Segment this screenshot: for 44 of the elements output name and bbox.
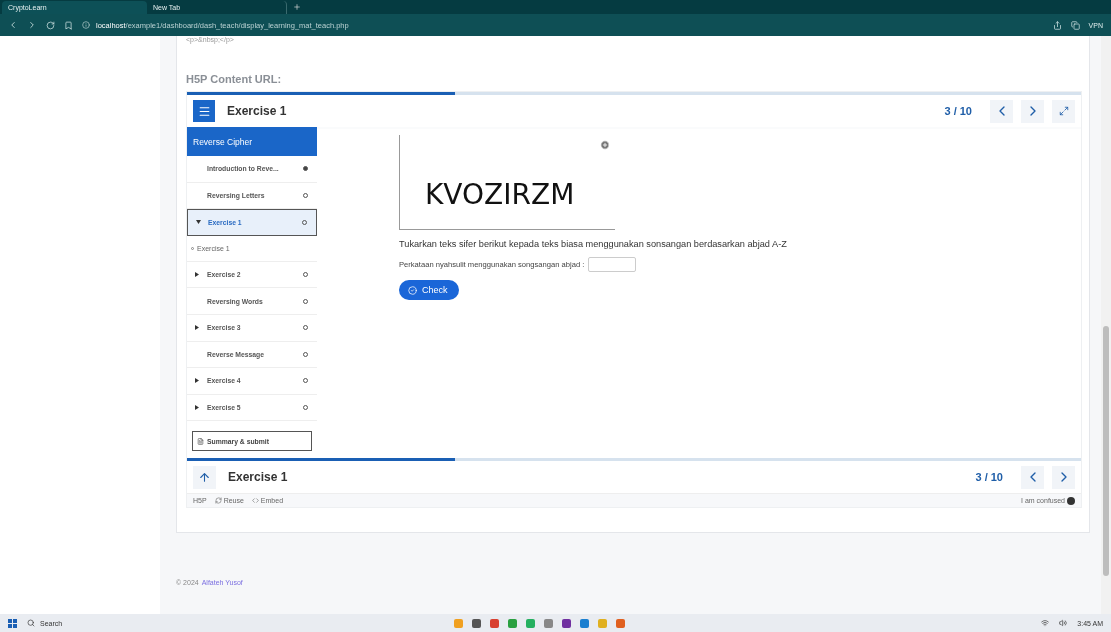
back-icon[interactable]: [8, 20, 18, 30]
page-counter: 3 / 10: [944, 105, 972, 117]
info-icon: [82, 21, 90, 29]
refresh-icon: [214, 497, 222, 504]
previous-button[interactable]: [990, 99, 1013, 123]
window-icon[interactable]: [1070, 20, 1080, 30]
new-tab-icon[interactable]: [293, 3, 301, 11]
cipher-text: KVOZIRZM: [425, 178, 575, 211]
forward-icon[interactable]: [27, 20, 37, 30]
chapter-title[interactable]: Reverse Cipher: [187, 127, 317, 156]
code-icon: [251, 497, 259, 504]
instruction-text: Tukarkan teks sifer berikut kepada teks biasa menggunakan sonsangan berdasarkan abjad A-Z: [399, 239, 787, 249]
circle-icon: [1067, 496, 1075, 505]
wifi-icon[interactable]: [1041, 619, 1050, 627]
share-icon[interactable]: [1052, 20, 1062, 30]
fullscreen-button[interactable]: [1052, 99, 1075, 123]
previous-button[interactable]: [1021, 465, 1044, 489]
footer-title: Exercise 1: [228, 470, 289, 484]
document-icon: [197, 437, 204, 445]
menu-button[interactable]: [193, 100, 215, 122]
section-heading: H5P Content URL:: [186, 73, 283, 85]
exercise-title: Exercise 1: [227, 104, 288, 118]
next-button[interactable]: [1052, 465, 1075, 489]
menu-icon: [197, 104, 211, 118]
expanded-caret-icon: [196, 220, 201, 225]
collapsed-caret-icon: [195, 404, 199, 410]
next-button[interactable]: [1021, 99, 1044, 123]
collapsed-caret-icon: [195, 324, 199, 330]
arrow-up-icon: [198, 470, 211, 484]
fullscreen-icon: [1058, 106, 1069, 116]
answer-field[interactable]: [588, 257, 637, 272]
start-icon[interactable]: [8, 618, 17, 628]
volume-icon[interactable]: [1059, 619, 1068, 627]
check-button[interactable]: Check: [399, 280, 459, 300]
footer-counter: 3 / 10: [975, 471, 1003, 483]
bookmark-icon[interactable]: [64, 20, 73, 30]
reload-icon[interactable]: [46, 20, 55, 30]
zoom-icon[interactable]: [600, 140, 610, 150]
up-button[interactable]: [193, 465, 216, 489]
status-dot: [303, 166, 308, 172]
search-icon: [27, 619, 35, 627]
collapsed-caret-icon: [195, 271, 199, 277]
check-icon: [408, 285, 417, 295]
collapsed-caret-icon: [195, 377, 199, 383]
